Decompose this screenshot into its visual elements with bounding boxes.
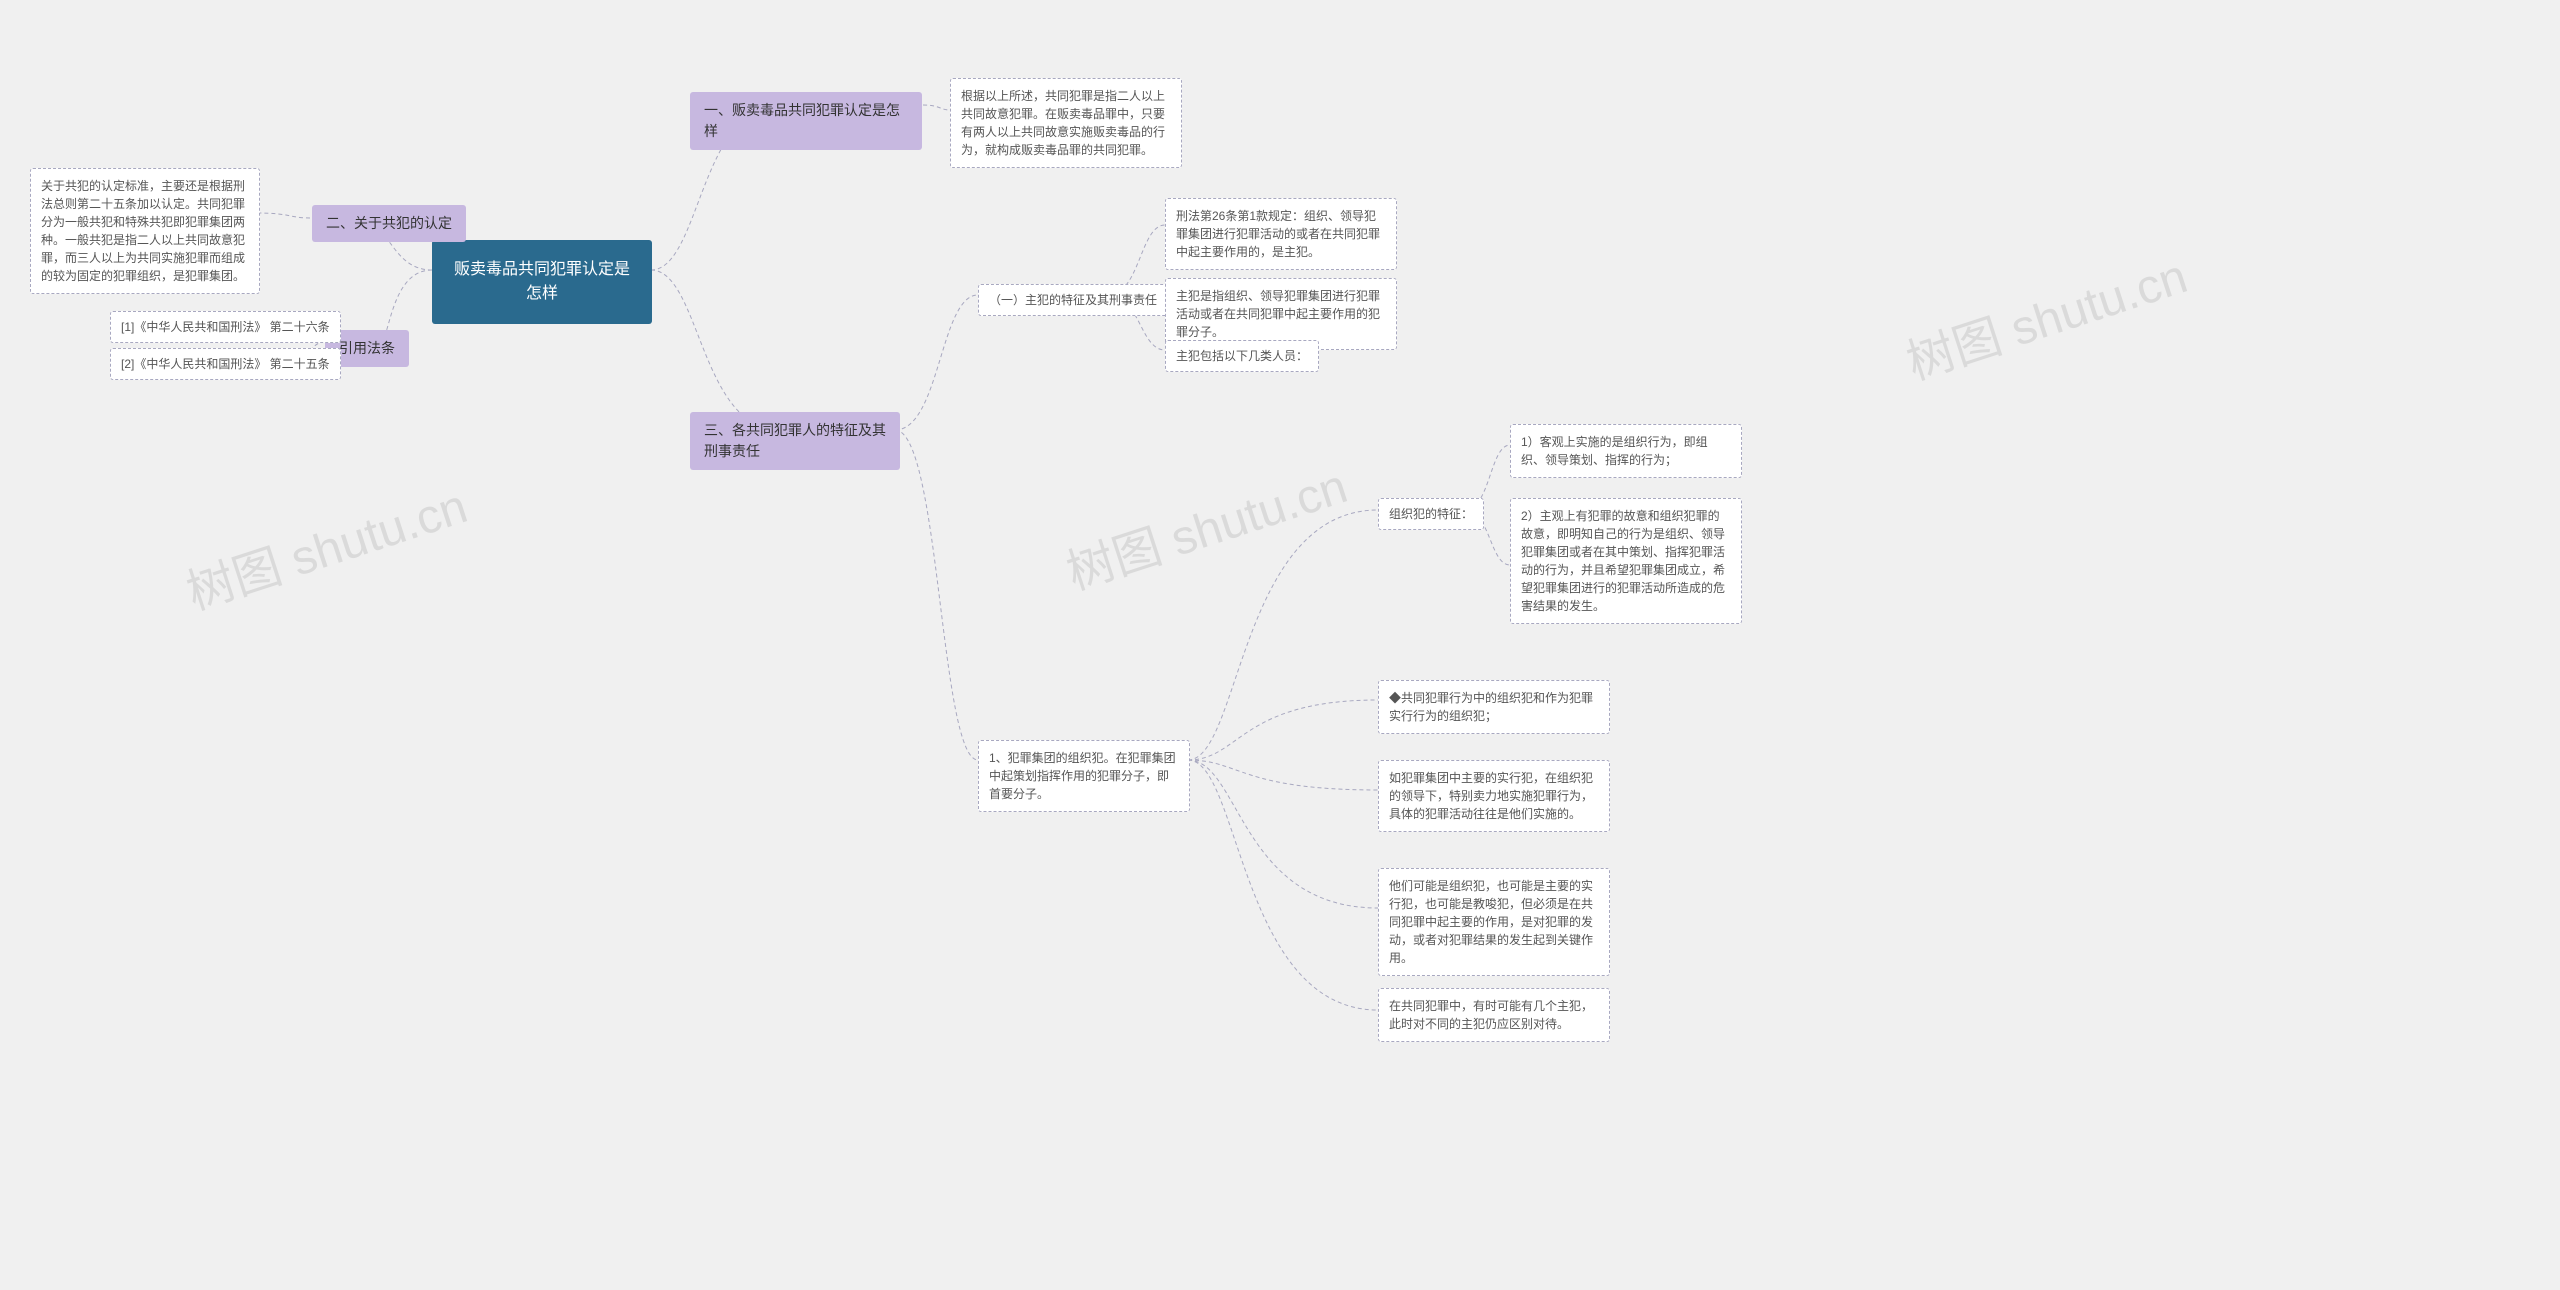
- org-label: 组织犯的特征：: [1389, 507, 1473, 521]
- leaf-section1-text[interactable]: 根据以上所述，共同犯罪是指二人以上共同故意犯罪。在贩卖毒品罪中，只要有两人以上共…: [950, 78, 1182, 168]
- leaf-tail1[interactable]: ◆共同犯罪行为中的组织犯和作为犯罪实行行为的组织犯；: [1378, 680, 1610, 734]
- tail3: 他们可能是组织犯，也可能是主要的实行犯，也可能是教唆犯，但必须是在共同犯罪中起主…: [1389, 879, 1593, 965]
- sub1-label: （一）主犯的特征及其刑事责任: [989, 293, 1157, 307]
- section2-text: 关于共犯的认定标准，主要还是根据刑法总则第二十五条加以认定。共同犯罪分为一般共犯…: [41, 179, 245, 283]
- section1-text: 根据以上所述，共同犯罪是指二人以上共同故意犯罪。在贩卖毒品罪中，只要有两人以上共…: [961, 89, 1165, 157]
- leaf-ref-1[interactable]: [1]《中华人民共和国刑法》 第二十六条: [110, 311, 341, 343]
- leaf-sub1-item3[interactable]: 主犯包括以下几类人员：: [1165, 340, 1319, 372]
- connectors: [0, 0, 2560, 1290]
- node-sub1[interactable]: （一）主犯的特征及其刑事责任: [978, 284, 1168, 316]
- section3-label: 三、各共同犯罪人的特征及其刑事责任: [704, 422, 886, 459]
- ref-2-text: [2]《中华人民共和国刑法》 第二十五条: [121, 357, 330, 371]
- tail4: 在共同犯罪中，有时可能有几个主犯，此时对不同的主犯仍应区别对待。: [1389, 999, 1593, 1031]
- section1-label: 一、贩卖毒品共同犯罪认定是怎样: [704, 102, 900, 139]
- org-item2: 2）主观上有犯罪的故意和组织犯罪的故意，即明知自己的行为是组织、领导犯罪集团或者…: [1521, 509, 1725, 613]
- section2-label: 二、关于共犯的认定: [326, 215, 452, 231]
- branch-section3[interactable]: 三、各共同犯罪人的特征及其刑事责任: [690, 412, 900, 470]
- leaf-tail4[interactable]: 在共同犯罪中，有时可能有几个主犯，此时对不同的主犯仍应区别对待。: [1378, 988, 1610, 1042]
- leaf-tail3[interactable]: 他们可能是组织犯，也可能是主要的实行犯，也可能是教唆犯，但必须是在共同犯罪中起主…: [1378, 868, 1610, 976]
- watermark: 树图 shutu.cn: [1896, 237, 2194, 393]
- leaf-sub1-item1[interactable]: 刑法第26条第1款规定：组织、领导犯罪集团进行犯罪活动的或者在共同犯罪中起主要作…: [1165, 198, 1397, 270]
- tail2: 如犯罪集团中主要的实行犯，在组织犯的领导下，特别卖力地实施犯罪行为，具体的犯罪活…: [1389, 771, 1593, 821]
- leaf-tail2[interactable]: 如犯罪集团中主要的实行犯，在组织犯的领导下，特别卖力地实施犯罪行为，具体的犯罪活…: [1378, 760, 1610, 832]
- node-org-label[interactable]: 组织犯的特征：: [1378, 498, 1484, 530]
- sub1-item3: 主犯包括以下几类人员：: [1176, 349, 1308, 363]
- watermark: 树图 shutu.cn: [1056, 447, 1354, 603]
- branch-section1[interactable]: 一、贩卖毒品共同犯罪认定是怎样: [690, 92, 922, 150]
- tail1: ◆共同犯罪行为中的组织犯和作为犯罪实行行为的组织犯；: [1389, 691, 1593, 723]
- sub1-item2: 主犯是指组织、领导犯罪集团进行犯罪活动或者在共同犯罪中起主要作用的犯罪分子。: [1176, 289, 1380, 339]
- leaf-org-item1[interactable]: 1）客观上实施的是组织行为，即组织、领导策划、指挥的行为；: [1510, 424, 1742, 478]
- root-node[interactable]: 贩卖毒品共同犯罪认定是怎样: [432, 240, 652, 324]
- watermark: 树图 shutu.cn: [176, 467, 474, 623]
- node-sub2[interactable]: 1、犯罪集团的组织犯。在犯罪集团中起策划指挥作用的犯罪分子，即首要分子。: [978, 740, 1190, 812]
- leaf-section2-text[interactable]: 关于共犯的认定标准，主要还是根据刑法总则第二十五条加以认定。共同犯罪分为一般共犯…: [30, 168, 260, 294]
- org-item1: 1）客观上实施的是组织行为，即组织、领导策划、指挥的行为；: [1521, 435, 1708, 467]
- branch-section2-real[interactable]: 二、关于共犯的认定: [312, 205, 466, 242]
- sub1-item1: 刑法第26条第1款规定：组织、领导犯罪集团进行犯罪活动的或者在共同犯罪中起主要作…: [1176, 209, 1380, 259]
- ref-1-text: [1]《中华人民共和国刑法》 第二十六条: [121, 320, 330, 334]
- leaf-ref-2[interactable]: [2]《中华人民共和国刑法》 第二十五条: [110, 348, 341, 380]
- leaf-org-item2[interactable]: 2）主观上有犯罪的故意和组织犯罪的故意，即明知自己的行为是组织、领导犯罪集团或者…: [1510, 498, 1742, 624]
- root-title: 贩卖毒品共同犯罪认定是怎样: [454, 261, 630, 302]
- sub2-label: 1、犯罪集团的组织犯。在犯罪集团中起策划指挥作用的犯罪分子，即首要分子。: [989, 751, 1176, 801]
- refs-label: 引用法条: [339, 340, 395, 356]
